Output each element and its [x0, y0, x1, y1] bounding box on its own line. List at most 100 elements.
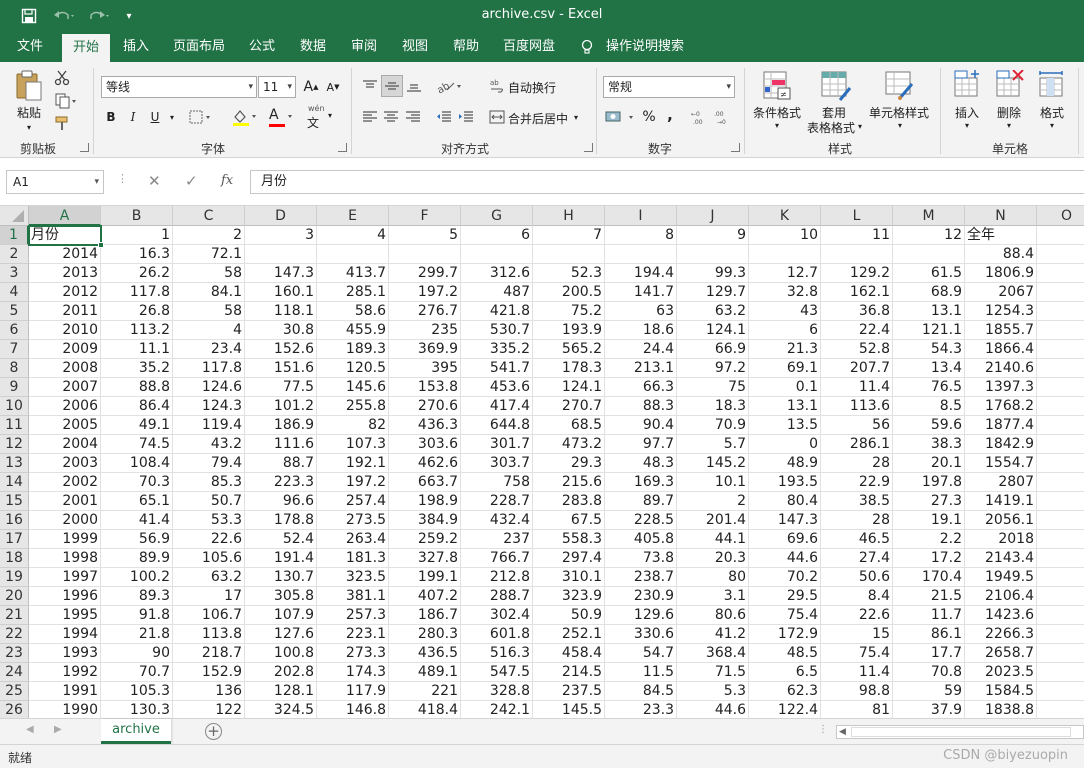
cell-d26[interactable]: 324.5: [245, 701, 317, 718]
column-header-i[interactable]: I: [605, 206, 677, 226]
cell-o24[interactable]: [1037, 663, 1084, 682]
cell-g2[interactable]: [461, 245, 533, 264]
cell-k17[interactable]: 69.6: [749, 530, 821, 549]
cell-m10[interactable]: 8.5: [893, 397, 965, 416]
cell-n7[interactable]: 1866.4: [965, 340, 1037, 359]
cell-o11[interactable]: [1037, 416, 1084, 435]
cell-k8[interactable]: 69.1: [749, 359, 821, 378]
cell-e23[interactable]: 273.3: [317, 644, 389, 663]
cell-f1[interactable]: 5: [389, 226, 461, 245]
cell-c14[interactable]: 85.3: [173, 473, 245, 492]
cell-m16[interactable]: 19.1: [893, 511, 965, 530]
cell-n4[interactable]: 2067: [965, 283, 1037, 302]
font-launcher-icon[interactable]: [338, 143, 347, 152]
insert-dropdown-icon[interactable]: ▾: [960, 120, 974, 130]
cell-k14[interactable]: 193.5: [749, 473, 821, 492]
cell-i10[interactable]: 88.3: [605, 397, 677, 416]
column-header-b[interactable]: B: [101, 206, 173, 226]
cell-h16[interactable]: 67.5: [533, 511, 605, 530]
cell-g19[interactable]: 212.8: [461, 568, 533, 587]
tell-me-search[interactable]: 操作说明搜索: [602, 32, 688, 62]
cell-d18[interactable]: 191.4: [245, 549, 317, 568]
cell-f23[interactable]: 436.5: [389, 644, 461, 663]
cell-a15[interactable]: 2001: [29, 492, 101, 511]
cell-l5[interactable]: 36.8: [821, 302, 893, 321]
row-header-20[interactable]: 20: [0, 587, 29, 606]
cell-f16[interactable]: 384.9: [389, 511, 461, 530]
cell-g1[interactable]: 6: [461, 226, 533, 245]
cell-m20[interactable]: 21.5: [893, 587, 965, 606]
cell-n21[interactable]: 1423.6: [965, 606, 1037, 625]
cell-b5[interactable]: 26.8: [101, 302, 173, 321]
cell-f26[interactable]: 418.4: [389, 701, 461, 718]
cell-n22[interactable]: 2266.3: [965, 625, 1037, 644]
cell-g20[interactable]: 288.7: [461, 587, 533, 606]
cell-m8[interactable]: 13.4: [893, 359, 965, 378]
cell-n5[interactable]: 1254.3: [965, 302, 1037, 321]
cell-d20[interactable]: 305.8: [245, 587, 317, 606]
cell-l7[interactable]: 52.8: [821, 340, 893, 359]
column-header-k[interactable]: K: [749, 206, 821, 226]
cell-a3[interactable]: 2013: [29, 264, 101, 283]
cell-b16[interactable]: 41.4: [101, 511, 173, 530]
cell-o3[interactable]: [1037, 264, 1084, 283]
cell-j24[interactable]: 71.5: [677, 663, 749, 682]
cell-i21[interactable]: 129.6: [605, 606, 677, 625]
insert-function-icon[interactable]: fx: [221, 173, 233, 188]
row-header-16[interactable]: 16: [0, 511, 29, 530]
increase-font-icon[interactable]: A ▲: [302, 77, 320, 97]
cell-a14[interactable]: 2002: [29, 473, 101, 492]
cell-o14[interactable]: [1037, 473, 1084, 492]
font-size-combo[interactable]: 11 ▾: [258, 76, 296, 98]
cell-l6[interactable]: 22.4: [821, 321, 893, 340]
cell-m12[interactable]: 38.3: [893, 435, 965, 454]
cell-m2[interactable]: [893, 245, 965, 264]
cell-m22[interactable]: 86.1: [893, 625, 965, 644]
cell-c4[interactable]: 84.1: [173, 283, 245, 302]
cell-h24[interactable]: 214.5: [533, 663, 605, 682]
cell-i22[interactable]: 330.6: [605, 625, 677, 644]
cell-h4[interactable]: 200.5: [533, 283, 605, 302]
cell-b25[interactable]: 105.3: [101, 682, 173, 701]
cell-l14[interactable]: 22.9: [821, 473, 893, 492]
cell-l2[interactable]: [821, 245, 893, 264]
cell-l1[interactable]: 11: [821, 226, 893, 245]
format-dropdown-icon[interactable]: ▾: [1045, 120, 1059, 130]
cell-f6[interactable]: 235: [389, 321, 461, 340]
cell-d25[interactable]: 128.1: [245, 682, 317, 701]
cell-n11[interactable]: 1877.4: [965, 416, 1037, 435]
paste-icon[interactable]: [15, 70, 43, 105]
cell-l8[interactable]: 207.7: [821, 359, 893, 378]
cell-a22[interactable]: 1994: [29, 625, 101, 644]
cell-l3[interactable]: 129.2: [821, 264, 893, 283]
confirm-entry-icon[interactable]: ✓: [185, 172, 198, 190]
cell-m17[interactable]: 2.2: [893, 530, 965, 549]
cell-j5[interactable]: 63.2: [677, 302, 749, 321]
row-header-6[interactable]: 6: [0, 321, 29, 340]
cell-i24[interactable]: 11.5: [605, 663, 677, 682]
cell-c6[interactable]: 4: [173, 321, 245, 340]
cell-e9[interactable]: 145.6: [317, 378, 389, 397]
cell-e22[interactable]: 223.1: [317, 625, 389, 644]
cell-styles-icon[interactable]: [884, 70, 916, 105]
cell-n17[interactable]: 2018: [965, 530, 1037, 549]
row-header-1[interactable]: 1: [0, 226, 29, 245]
cell-e19[interactable]: 323.5: [317, 568, 389, 587]
cell-c18[interactable]: 105.6: [173, 549, 245, 568]
cell-a5[interactable]: 2011: [29, 302, 101, 321]
increase-indent-icon[interactable]: [456, 107, 476, 127]
cell-h10[interactable]: 270.7: [533, 397, 605, 416]
cell-j8[interactable]: 97.2: [677, 359, 749, 378]
cell-g21[interactable]: 302.4: [461, 606, 533, 625]
cell-k9[interactable]: 0.1: [749, 378, 821, 397]
cell-n24[interactable]: 2023.5: [965, 663, 1037, 682]
cell-h9[interactable]: 124.1: [533, 378, 605, 397]
merge-center-label[interactable]: 合并后居中: [508, 110, 568, 127]
row-header-14[interactable]: 14: [0, 473, 29, 492]
row-header-19[interactable]: 19: [0, 568, 29, 587]
cell-a2[interactable]: 2014: [29, 245, 101, 264]
cell-f2[interactable]: [389, 245, 461, 264]
cell-o4[interactable]: [1037, 283, 1084, 302]
cell-l11[interactable]: 56: [821, 416, 893, 435]
cell-b20[interactable]: 89.3: [101, 587, 173, 606]
